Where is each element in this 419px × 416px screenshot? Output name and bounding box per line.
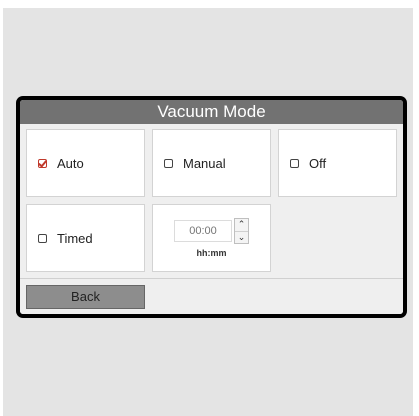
- page-title: Vacuum Mode: [20, 100, 403, 124]
- option-off-label: Off: [309, 155, 327, 171]
- option-off[interactable]: Off: [278, 129, 397, 197]
- time-input[interactable]: [174, 220, 232, 242]
- chevron-down-icon[interactable]: ⌄: [235, 230, 248, 244]
- option-manual[interactable]: Manual: [152, 129, 271, 197]
- option-auto-label: Auto: [57, 155, 84, 171]
- footer-bar: Back: [20, 278, 403, 314]
- checkbox-icon[interactable]: [38, 233, 47, 243]
- option-timed[interactable]: Timed: [26, 204, 145, 272]
- time-spinner[interactable]: ⌃ ⌄: [234, 218, 249, 244]
- option-auto[interactable]: Auto: [26, 129, 145, 197]
- checkbox-icon[interactable]: [164, 158, 173, 168]
- checkbox-icon[interactable]: [290, 158, 299, 168]
- timer-card: ⌃ ⌄ hh:mm: [152, 204, 271, 272]
- option-manual-label: Manual: [183, 155, 226, 171]
- chevron-up-icon[interactable]: ⌃: [235, 219, 248, 231]
- option-timed-label: Timed: [57, 230, 93, 246]
- device-bezel: Vacuum Mode Auto Manual Off Timed ⌃ ⌄: [16, 96, 407, 318]
- checkbox-checked-icon[interactable]: [38, 158, 47, 168]
- vacuum-mode-screen: Vacuum Mode Auto Manual Off Timed ⌃ ⌄: [20, 100, 403, 314]
- back-button[interactable]: Back: [26, 285, 145, 309]
- timer-row: ⌃ ⌄: [174, 218, 249, 244]
- time-format-label: hh:mm: [196, 248, 227, 258]
